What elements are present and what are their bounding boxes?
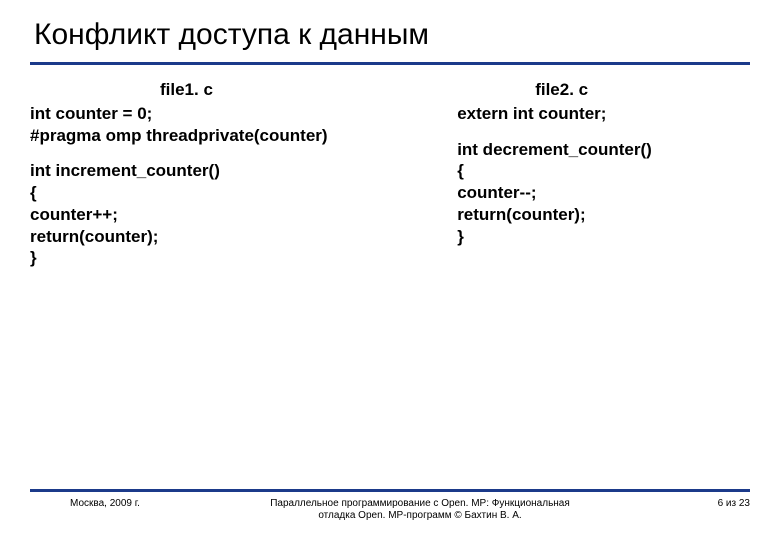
file1-name: file1. c (30, 79, 433, 101)
code-line: } (457, 226, 774, 248)
footer-center: Параллельное программирование с Open. MP… (210, 498, 630, 522)
slide-title: Конфликт доступа к данным (30, 18, 750, 65)
footer-center-line2: отладка Open. MP-программ © Бахтин В. А. (210, 510, 630, 522)
code-line: int decrement_counter() (457, 139, 774, 161)
code-line: #pragma omp threadprivate(counter) (30, 125, 433, 147)
file1-function: int increment_counter() { counter++; ret… (30, 160, 433, 269)
code-line: counter--; (457, 182, 774, 204)
footer-left: Москва, 2009 г. (30, 498, 210, 509)
footer: Москва, 2009 г. Параллельное программиро… (30, 489, 750, 522)
code-line: { (30, 182, 433, 204)
slide: Конфликт доступа к данным file1. c int c… (0, 0, 780, 540)
code-line: { (457, 160, 774, 182)
code-line: int increment_counter() (30, 160, 433, 182)
code-line: extern int counter; (457, 103, 774, 125)
file2-function: int decrement_counter() { counter--; ret… (457, 139, 774, 248)
page-total: 23 (739, 498, 750, 509)
code-line: counter++; (30, 204, 433, 226)
page-sep: из (723, 498, 739, 509)
content-area: file1. c int counter = 0; #pragma omp th… (30, 79, 750, 283)
file1-declarations: int counter = 0; #pragma omp threadpriva… (30, 103, 433, 147)
left-column: file1. c int counter = 0; #pragma omp th… (30, 79, 433, 283)
footer-page-number: 6 из 23 (630, 498, 750, 509)
code-line: } (30, 247, 433, 269)
footer-center-line1: Параллельное программирование с Open. MP… (210, 498, 630, 510)
code-line: int counter = 0; (30, 103, 433, 125)
code-line: return(counter); (457, 204, 774, 226)
file2-name: file2. c (457, 79, 774, 101)
file2-declarations: extern int counter; (457, 103, 774, 125)
code-line: return(counter); (30, 226, 433, 248)
right-column: file2. c extern int counter; int decreme… (457, 79, 774, 283)
